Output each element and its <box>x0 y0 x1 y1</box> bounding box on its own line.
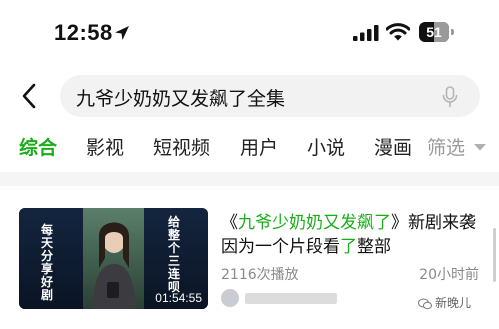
title-highlight-2: 了 <box>340 237 357 257</box>
title-highlight: 九爷少奶奶又发飙了 <box>238 213 391 233</box>
result-card[interactable]: 每天分享好剧 给整个三连呗 01:54:55 《九爷少奶奶又发飙了》新剧来袭因为… <box>0 186 499 329</box>
result-title[interactable]: 《九爷少奶奶又发飙了》新剧来袭因为一个片段看了整部 <box>221 211 485 259</box>
tab-film-tv[interactable]: 影视 <box>86 133 124 160</box>
battery-level: 51 <box>426 24 442 40</box>
cellular-signal-icon <box>353 25 379 41</box>
search-query-text: 九爷少奶奶又发飙了全集 <box>76 88 286 110</box>
tab-comics[interactable]: 漫画 <box>374 133 412 160</box>
tab-comprehensive[interactable]: 综合 <box>19 133 57 160</box>
wifi-icon <box>386 23 410 41</box>
tab-users[interactable]: 用户 <box>240 133 278 160</box>
avatar[interactable] <box>221 289 239 307</box>
person-figure <box>93 222 135 309</box>
back-button[interactable] <box>12 80 48 112</box>
filter-caret-icon[interactable] <box>473 142 487 152</box>
search-input[interactable]: 九爷少奶奶又发飙了全集 <box>60 75 480 117</box>
status-time: 12:58 <box>54 20 113 45</box>
thumbnail-right-caption: 给整个三连呗 <box>168 215 181 294</box>
filter-button[interactable]: 筛选 <box>427 133 465 160</box>
search-tabs: 综合 影视 短视频 用户 小说 漫画 筛选 <box>0 128 499 164</box>
location-arrow-icon <box>115 26 129 40</box>
microphone-icon[interactable] <box>442 86 458 108</box>
video-thumbnail[interactable]: 每天分享好剧 给整个三连呗 01:54:55 <box>19 208 208 309</box>
thumbnail-left-caption: 每天分享好剧 <box>41 223 54 302</box>
tab-short-video[interactable]: 短视频 <box>153 133 210 160</box>
status-bar: 12:58 51 <box>0 0 499 64</box>
watermark: 新晚儿 <box>418 294 471 311</box>
thumbnail-photo <box>83 208 144 309</box>
watermark-text: 新晚儿 <box>435 296 472 310</box>
scrollbar[interactable] <box>493 228 496 282</box>
tab-novels[interactable]: 小说 <box>307 133 345 160</box>
play-count: 2116次播放 <box>221 267 299 283</box>
wechat-logo-icon <box>418 298 432 309</box>
battery-icon: 51 <box>419 22 455 42</box>
section-divider <box>0 172 499 186</box>
author-name-blurred[interactable] <box>245 293 337 304</box>
time-ago: 20小时前 <box>419 267 479 283</box>
video-duration: 01:54:55 <box>155 291 202 305</box>
